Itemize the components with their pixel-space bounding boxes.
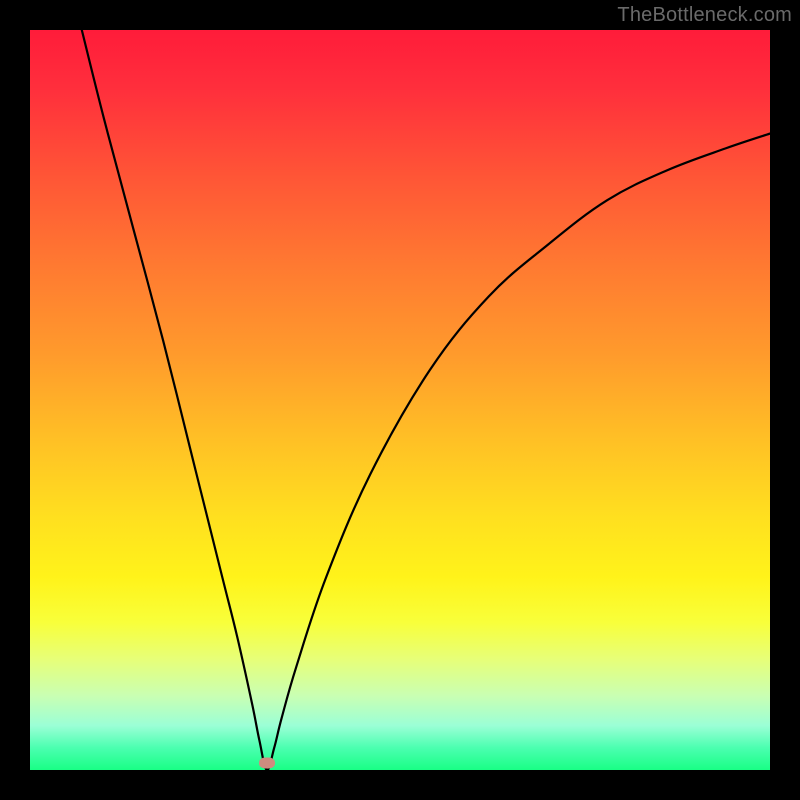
chart-frame: TheBottleneck.com: [0, 0, 800, 800]
bottleneck-curve: [30, 30, 770, 770]
optimal-point-marker: [259, 757, 275, 768]
watermark-text: TheBottleneck.com: [617, 4, 792, 27]
plot-area: [30, 30, 770, 770]
